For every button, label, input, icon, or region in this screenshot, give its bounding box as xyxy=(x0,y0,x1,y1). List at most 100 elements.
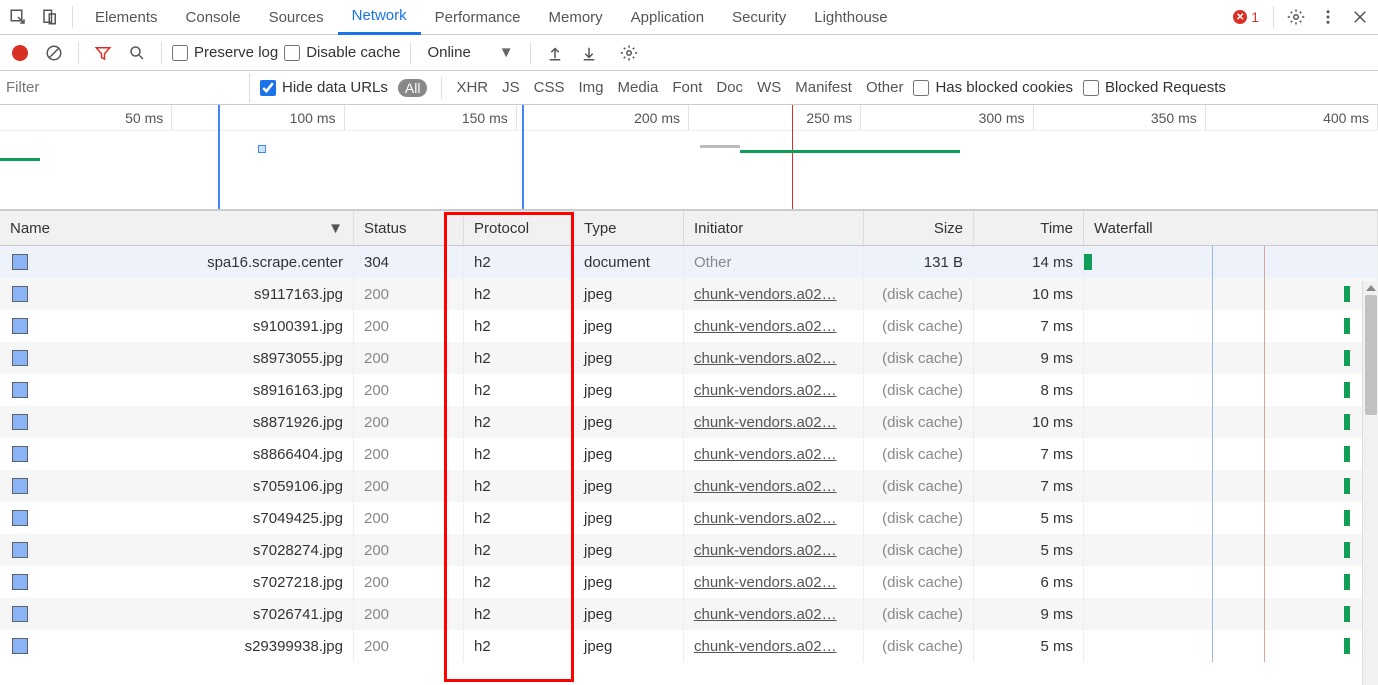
column-initiator[interactable]: Initiator xyxy=(684,211,864,245)
initiator-link[interactable]: chunk-vendors.a02… xyxy=(694,382,837,399)
table-row[interactable]: s8973055.jpg200h2jpegchunk-vendors.a02…(… xyxy=(0,342,1378,374)
type-filter-js[interactable]: JS xyxy=(502,79,520,96)
initiator-link[interactable]: chunk-vendors.a02… xyxy=(694,286,837,303)
initiator-link[interactable]: chunk-vendors.a02… xyxy=(694,414,837,431)
type-filter-xhr[interactable]: XHR xyxy=(456,79,488,96)
type-filter-manifest[interactable]: Manifest xyxy=(795,79,852,96)
cell-type: document xyxy=(574,246,684,278)
table-row[interactable]: s8871926.jpg200h2jpegchunk-vendors.a02…(… xyxy=(0,406,1378,438)
initiator-link[interactable]: chunk-vendors.a02… xyxy=(694,638,837,655)
tab-memory[interactable]: Memory xyxy=(535,0,617,35)
table-row[interactable]: s7028274.jpg200h2jpegchunk-vendors.a02…(… xyxy=(0,534,1378,566)
error-count-badge[interactable]: ✕ 1 xyxy=(1227,9,1265,25)
settings-gear-icon[interactable] xyxy=(615,39,643,67)
table-row[interactable]: s9117163.jpg200h2jpegchunk-vendors.a02…(… xyxy=(0,278,1378,310)
cell-name: s7027218.jpg xyxy=(0,566,354,598)
tab-sources[interactable]: Sources xyxy=(255,0,338,35)
table-row[interactable]: s9100391.jpg200h2jpegchunk-vendors.a02…(… xyxy=(0,310,1378,342)
tab-lighthouse[interactable]: Lighthouse xyxy=(800,0,901,35)
cell-waterfall xyxy=(1084,534,1378,566)
initiator-link[interactable]: chunk-vendors.a02… xyxy=(694,318,837,335)
tab-elements[interactable]: Elements xyxy=(81,0,172,35)
tab-application[interactable]: Application xyxy=(617,0,718,35)
cell-initiator: chunk-vendors.a02… xyxy=(684,406,864,438)
cell-initiator: chunk-vendors.a02… xyxy=(684,310,864,342)
cell-waterfall xyxy=(1084,502,1378,534)
download-har-icon[interactable] xyxy=(575,39,603,67)
initiator-link[interactable]: chunk-vendors.a02… xyxy=(694,478,837,495)
cell-time: 5 ms xyxy=(974,534,1084,566)
cell-time: 9 ms xyxy=(974,598,1084,630)
tab-security[interactable]: Security xyxy=(718,0,800,35)
cell-protocol: h2 xyxy=(464,566,574,598)
initiator-link[interactable]: chunk-vendors.a02… xyxy=(694,606,837,623)
waterfall-domcontent-line xyxy=(1212,310,1213,342)
table-row[interactable]: s7026741.jpg200h2jpegchunk-vendors.a02…(… xyxy=(0,598,1378,630)
type-filter-media[interactable]: Media xyxy=(618,79,659,96)
initiator-link[interactable]: chunk-vendors.a02… xyxy=(694,510,837,527)
close-icon[interactable] xyxy=(1346,3,1374,31)
column-size[interactable]: Size xyxy=(864,211,974,245)
column-name[interactable]: Name ▼ xyxy=(0,211,354,245)
table-row[interactable]: s7027218.jpg200h2jpegchunk-vendors.a02…(… xyxy=(0,566,1378,598)
clear-button[interactable] xyxy=(40,39,68,67)
record-button[interactable] xyxy=(6,39,34,67)
separator xyxy=(161,42,162,64)
timeline-tick: 150 ms xyxy=(345,105,517,130)
throttling-select[interactable]: Online ▼ xyxy=(421,44,519,61)
table-row[interactable]: s8866404.jpg200h2jpegchunk-vendors.a02…(… xyxy=(0,438,1378,470)
hide-data-urls-checkbox[interactable]: Hide data URLs xyxy=(260,79,388,96)
scrollbar[interactable] xyxy=(1362,281,1378,685)
kebab-menu-icon[interactable] xyxy=(1314,3,1342,31)
upload-har-icon[interactable] xyxy=(541,39,569,67)
column-protocol[interactable]: Protocol xyxy=(464,211,574,245)
inspect-icon[interactable] xyxy=(4,3,32,31)
device-toggle-icon[interactable] xyxy=(36,3,64,31)
column-time[interactable]: Time xyxy=(974,211,1084,245)
cell-status: 200 xyxy=(354,278,464,310)
initiator-link[interactable]: chunk-vendors.a02… xyxy=(694,350,837,367)
filter-input[interactable] xyxy=(0,73,250,103)
cell-time: 10 ms xyxy=(974,278,1084,310)
table-row[interactable]: s29399938.jpg200h2jpegchunk-vendors.a02…… xyxy=(0,630,1378,662)
table-row[interactable]: spa16.scrape.center304h2documentOther131… xyxy=(0,246,1378,278)
cell-protocol: h2 xyxy=(464,406,574,438)
type-filter-ws[interactable]: WS xyxy=(757,79,781,96)
tab-console[interactable]: Console xyxy=(172,0,255,35)
cell-waterfall xyxy=(1084,374,1378,406)
settings-icon[interactable] xyxy=(1282,3,1310,31)
has-blocked-cookies-checkbox[interactable]: Has blocked cookies xyxy=(913,79,1073,96)
initiator-link[interactable]: chunk-vendors.a02… xyxy=(694,574,837,591)
initiator-link[interactable]: chunk-vendors.a02… xyxy=(694,446,837,463)
table-row[interactable]: s7049425.jpg200h2jpegchunk-vendors.a02…(… xyxy=(0,502,1378,534)
type-filter-doc[interactable]: Doc xyxy=(716,79,743,96)
column-waterfall[interactable]: Waterfall xyxy=(1084,211,1378,245)
type-filter-img[interactable]: Img xyxy=(578,79,603,96)
disable-cache-checkbox[interactable]: Disable cache xyxy=(284,44,400,61)
filter-icon[interactable] xyxy=(89,39,117,67)
waterfall-domcontent-line xyxy=(1212,406,1213,438)
type-filter-font[interactable]: Font xyxy=(672,79,702,96)
search-icon[interactable] xyxy=(123,39,151,67)
column-type[interactable]: Type xyxy=(574,211,684,245)
table-row[interactable]: s7059106.jpg200h2jpegchunk-vendors.a02…(… xyxy=(0,470,1378,502)
waterfall-domcontent-line xyxy=(1212,246,1213,278)
table-row[interactable]: s8916163.jpg200h2jpegchunk-vendors.a02…(… xyxy=(0,374,1378,406)
tab-network[interactable]: Network xyxy=(338,0,421,35)
initiator-link[interactable]: chunk-vendors.a02… xyxy=(694,542,837,559)
type-filter-other[interactable]: Other xyxy=(866,79,904,96)
type-all[interactable]: All xyxy=(398,79,428,97)
type-filter-css[interactable]: CSS xyxy=(534,79,565,96)
cell-time: 8 ms xyxy=(974,374,1084,406)
column-status[interactable]: Status xyxy=(354,211,464,245)
blocked-requests-checkbox[interactable]: Blocked Requests xyxy=(1083,79,1226,96)
cell-name: s9100391.jpg xyxy=(0,310,354,342)
cell-type: jpeg xyxy=(574,342,684,374)
tab-performance[interactable]: Performance xyxy=(421,0,535,35)
timeline-overview[interactable]: 50 ms100 ms150 ms200 ms250 ms300 ms350 m… xyxy=(0,105,1378,210)
preserve-log-checkbox[interactable]: Preserve log xyxy=(172,44,278,61)
cell-initiator: chunk-vendors.a02… xyxy=(684,534,864,566)
cell-size: (disk cache) xyxy=(864,278,974,310)
scroll-thumb[interactable] xyxy=(1365,295,1377,415)
error-icon: ✕ xyxy=(1233,10,1247,24)
